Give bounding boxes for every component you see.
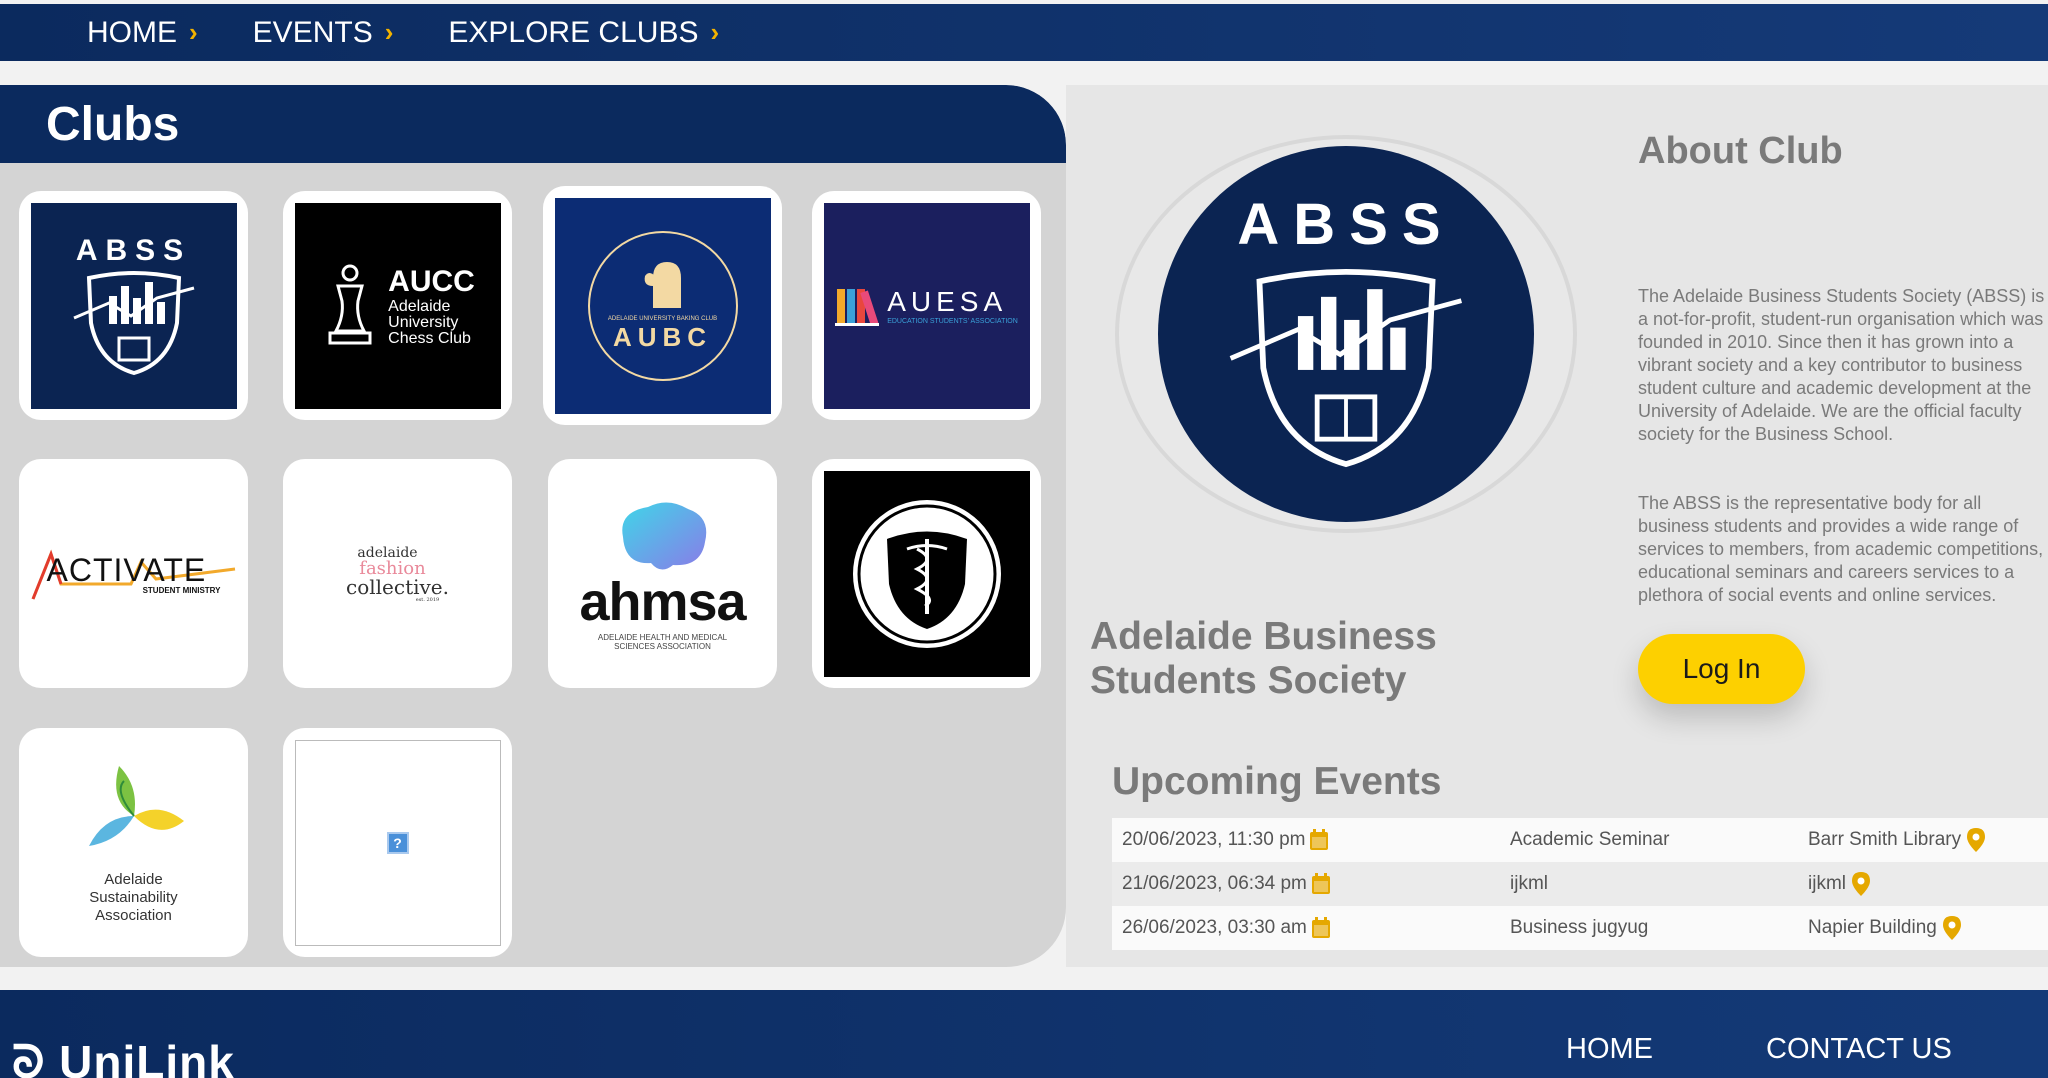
login-button[interactable]: Log In — [1638, 634, 1805, 704]
club-logo-aubc: ADELAIDE UNIVERSITY BAKING CLUB AUBC — [554, 197, 771, 414]
upcoming-events-title: Upcoming Events — [1112, 760, 1442, 803]
map-pin-icon — [1942, 916, 1961, 940]
club-name: Adelaide Business Students Society — [1090, 615, 1437, 702]
map-pin-icon — [1967, 828, 1986, 852]
club-logo-fashion-sub-3: collective. — [346, 574, 449, 599]
club-card-abss[interactable]: ABSS — [19, 191, 248, 420]
events-table: 20/06/2023, 11:30 pm Academic Seminar Ba… — [1112, 818, 2048, 950]
about-club-description: The Adelaide Business Students Society (… — [1638, 262, 2048, 630]
chevron-right-icon: › — [189, 17, 198, 47]
club-logo-ahmsa-sub-1: ADELAIDE HEALTH AND MEDICAL — [597, 632, 728, 642]
club-logo-fashion-sub-4: est. 2019 — [415, 596, 440, 603]
calendar-icon — [1310, 829, 1329, 850]
event-name: Academic Seminar — [1510, 829, 1670, 850]
footer-link-home[interactable]: HOME — [1566, 1033, 1653, 1066]
event-name: Business jugyug — [1510, 917, 1649, 938]
chevron-right-icon: › — [710, 17, 720, 47]
club-logo-sustainability: Adelaide Sustainability Association — [31, 740, 237, 946]
club-card-fashion[interactable]: adelaide fashion collective. est. 2019 — [283, 459, 512, 688]
club-logo-aubc-text: AUBC — [612, 322, 713, 352]
club-card-unknown[interactable]: ? — [283, 728, 512, 957]
nav-events-label: EVENTS — [252, 15, 373, 49]
club-logo-activate: ACTIVATE STUDENT MINISTRY — [31, 471, 237, 677]
event-date: 26/06/2023, 03:30 am — [1122, 917, 1307, 938]
leaf-swirl-icon — [88, 765, 184, 846]
calendar-icon — [1311, 873, 1330, 894]
club-detail-logo-text: ABSS — [1237, 191, 1455, 257]
club-card-medical[interactable] — [812, 459, 1041, 688]
chevron-right-icon: › — [384, 17, 394, 47]
oven-mitt-icon — [644, 262, 681, 308]
nav-home[interactable]: HOME › — [87, 16, 198, 50]
calendar-icon — [1311, 917, 1330, 938]
event-date: 21/06/2023, 06:34 pm — [1122, 873, 1307, 894]
club-logo-medical — [823, 470, 1030, 677]
club-logo-aucc-sub-2: University — [388, 313, 459, 331]
club-logo-activate-text: ACTIVATE — [46, 551, 207, 588]
clubs-panel: Clubs ABSS AUCC Adelaide University Ches… — [0, 85, 1066, 967]
table-row[interactable]: 21/06/2023, 06:34 pm ijkml ijkml — [1112, 862, 2048, 906]
club-card-activate[interactable]: ACTIVATE STUDENT MINISTRY — [19, 459, 248, 688]
club-logo-aucc-text: AUCC — [388, 264, 475, 298]
event-location: Barr Smith Library — [1808, 829, 1962, 850]
brain-icon — [621, 501, 706, 570]
shield-chart-icon — [1229, 268, 1463, 467]
club-detail-logo: ABSS — [1115, 135, 1577, 533]
event-location: ijkml — [1808, 873, 1846, 894]
footer-link-contact[interactable]: CONTACT US — [1766, 1033, 1952, 1066]
club-card-ahmsa[interactable]: ahmsa ADELAIDE HEALTH AND MEDICAL SCIENC… — [548, 459, 777, 688]
clubs-header: Clubs — [0, 85, 1066, 163]
club-logo-auesa-sub: EDUCATION STUDENTS' ASSOCIATION — [887, 318, 1018, 325]
club-logo-sustainability-sub-3: Association — [95, 906, 172, 924]
footer-brand-text: UniLink — [59, 1036, 235, 1078]
footer-brand-logo[interactable]: ᘐ UniLink — [12, 1035, 235, 1078]
top-navigation: HOME › EVENTS › EXPLORE CLUBS › — [0, 4, 2048, 61]
nav-events[interactable]: EVENTS › — [253, 16, 394, 50]
about-club-title: About Club — [1638, 130, 1843, 172]
club-logo-fashion: adelaide fashion collective. est. 2019 — [295, 471, 501, 677]
nav-explore-clubs[interactable]: EXPLORE CLUBS › — [448, 16, 719, 50]
club-card-sustainability[interactable]: Adelaide Sustainability Association — [19, 728, 248, 957]
broken-image-placeholder: ? — [294, 739, 501, 946]
nav-explore-clubs-label: EXPLORE CLUBS — [448, 15, 699, 49]
club-logo-sustainability-sub-1: Adelaide — [104, 870, 163, 888]
club-logo-aucc-sub-3: Chess Club — [388, 329, 471, 347]
table-row[interactable]: 20/06/2023, 11:30 pm Academic Seminar Ba… — [1112, 818, 2048, 862]
club-logo-abss: ABSS — [30, 202, 237, 409]
table-row[interactable]: 26/06/2023, 03:30 am Business jugyug Nap… — [1112, 906, 2048, 950]
books-icon — [835, 288, 880, 326]
club-logo-abss-text: ABSS — [75, 233, 192, 267]
unilink-logo-icon: ᘐ — [12, 1036, 46, 1078]
club-card-aucc[interactable]: AUCC Adelaide University Chess Club — [283, 191, 512, 420]
club-logo-ahmsa: ahmsa ADELAIDE HEALTH AND MEDICAL SCIENC… — [560, 471, 766, 677]
club-logo-auesa: AUESA EDUCATION STUDENTS' ASSOCIATION — [823, 202, 1030, 409]
about-paragraph-2: The ABSS is the representative body for … — [1638, 493, 2044, 605]
club-logo-ahmsa-text: ahmsa — [579, 571, 746, 632]
event-location: Napier Building — [1808, 917, 1937, 938]
event-date: 20/06/2023, 11:30 pm — [1122, 829, 1306, 850]
event-name: ijkml — [1510, 873, 1548, 894]
club-logo-aucc-sub-1: Adelaide — [388, 297, 451, 315]
club-card-auesa[interactable]: AUESA EDUCATION STUDENTS' ASSOCIATION — [812, 191, 1041, 420]
nav-home-label: HOME — [87, 15, 177, 49]
footer: ᘐ UniLink HOME CONTACT US — [0, 990, 2048, 1078]
caduceus-shield-icon — [852, 499, 1001, 648]
club-logo-activate-sub: STUDENT MINISTRY — [142, 585, 221, 595]
club-card-aubc[interactable]: ADELAIDE UNIVERSITY BAKING CLUB AUBC — [543, 186, 782, 425]
about-paragraph-1: The Adelaide Business Students Society (… — [1638, 286, 2045, 444]
shield-chart-icon — [72, 270, 194, 375]
map-pin-icon — [1852, 872, 1870, 896]
broken-image-icon: ? — [386, 831, 409, 854]
club-logo-aucc: AUCC Adelaide University Chess Club — [294, 202, 501, 409]
club-logo-ahmsa-sub-2: SCIENCES ASSOCIATION — [614, 641, 711, 651]
club-logo-auesa-text: AUESA — [887, 286, 1008, 317]
clubs-title: Clubs — [46, 97, 180, 151]
club-logo-sustainability-sub-2: Sustainability — [89, 888, 178, 906]
chess-pawn-icon — [328, 264, 372, 344]
